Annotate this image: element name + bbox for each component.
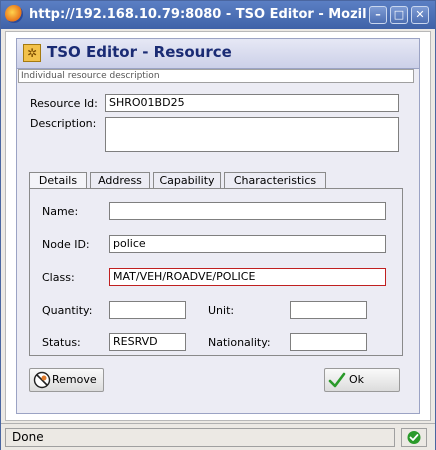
description-label: Description: bbox=[30, 117, 97, 130]
ok-button-label: Ok bbox=[349, 373, 365, 386]
quantity-label: Quantity: bbox=[42, 304, 93, 317]
checkmark-icon bbox=[328, 372, 346, 388]
name-label: Name: bbox=[42, 205, 79, 218]
status-ok-indicator bbox=[401, 428, 427, 447]
resource-id-input[interactable]: SHRO01BD25 bbox=[105, 94, 399, 112]
status-input[interactable]: RESRVD bbox=[109, 333, 186, 351]
resource-id-label: Resource Id: bbox=[30, 97, 98, 110]
remove-button[interactable]: Remove bbox=[29, 368, 104, 392]
remove-button-label: Remove bbox=[52, 373, 97, 386]
nationality-label: Nationality: bbox=[208, 336, 271, 349]
remove-icon bbox=[33, 371, 51, 389]
resource-icon: ✲ bbox=[23, 44, 41, 62]
browser-window: http://192.168.10.79:8080 - TSO Editor -… bbox=[0, 0, 436, 450]
nationality-input[interactable] bbox=[290, 333, 367, 351]
tab-characteristics[interactable]: Characteristics bbox=[224, 172, 326, 189]
tab-capability[interactable]: Capability bbox=[153, 172, 221, 189]
page-title: TSO Editor - Resource bbox=[47, 43, 232, 61]
minimize-button[interactable]: – bbox=[369, 6, 387, 24]
resource-editor-panel: ✲ TSO Editor - Resource Individual resou… bbox=[16, 38, 420, 414]
quantity-input[interactable] bbox=[109, 301, 186, 319]
editor-header: ✲ TSO Editor - Resource bbox=[17, 39, 419, 69]
status-check-icon bbox=[407, 431, 421, 444]
status-bar: Done bbox=[1, 423, 435, 450]
status-label: Status: bbox=[42, 336, 81, 349]
unit-label: Unit: bbox=[208, 304, 235, 317]
window-title: http://192.168.10.79:8080 - TSO Editor -… bbox=[29, 7, 367, 22]
tab-address[interactable]: Address bbox=[90, 172, 150, 189]
class-label: Class: bbox=[42, 271, 75, 284]
ok-button[interactable]: Ok bbox=[324, 368, 400, 392]
firefox-icon bbox=[5, 5, 23, 23]
page-content: ✲ TSO Editor - Resource Individual resou… bbox=[5, 31, 431, 421]
close-button[interactable]: ✕ bbox=[411, 6, 429, 24]
name-input[interactable] bbox=[109, 202, 386, 220]
title-bar[interactable]: http://192.168.10.79:8080 - TSO Editor -… bbox=[1, 1, 435, 29]
node-id-input[interactable]: police bbox=[109, 235, 386, 253]
class-input[interactable]: MAT/VEH/ROADVE/POLICE bbox=[109, 268, 386, 286]
page-subtitle: Individual resource description bbox=[18, 69, 414, 83]
status-text: Done bbox=[5, 428, 395, 447]
maximize-button[interactable]: □ bbox=[390, 6, 408, 24]
unit-input[interactable] bbox=[290, 301, 367, 319]
node-id-label: Node ID: bbox=[42, 238, 90, 251]
details-tab-panel: Name: Node ID: police Class: MAT/VEH/ROA… bbox=[29, 188, 403, 356]
description-input[interactable] bbox=[105, 117, 399, 152]
